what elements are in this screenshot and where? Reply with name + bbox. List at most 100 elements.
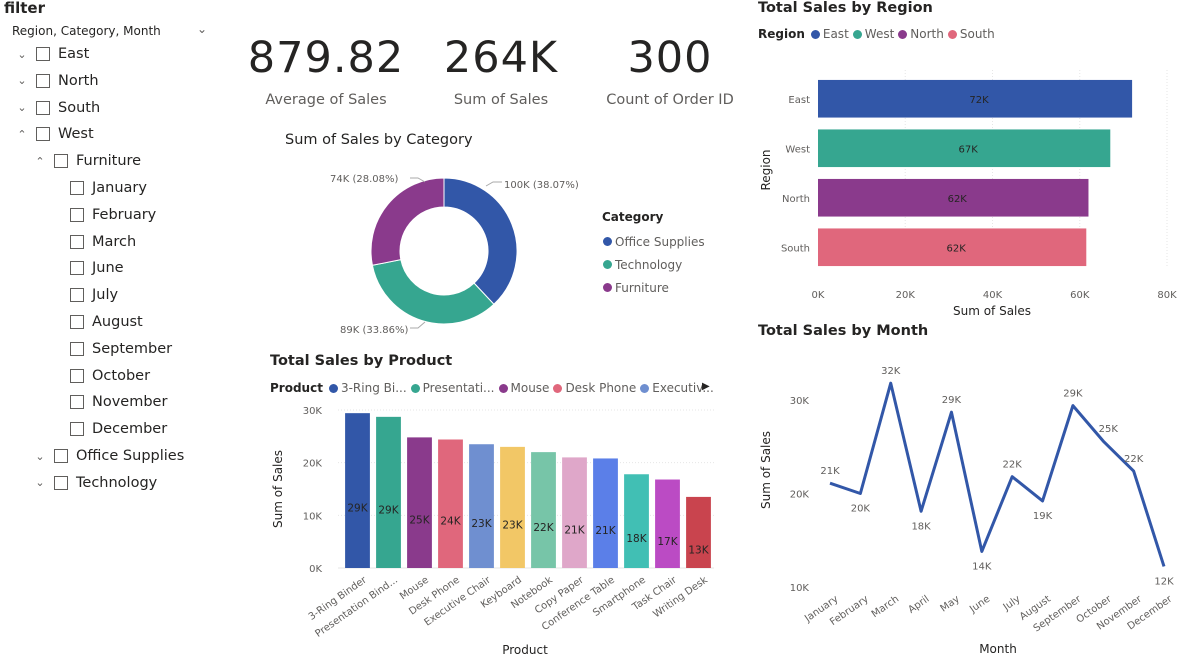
kpi-sum-sales-label: Sum of Sales <box>453 92 549 108</box>
filter-item-label: East <box>58 46 90 62</box>
x-tick-label: July <box>1001 594 1023 614</box>
month-line-chart: 10K20K30K21KJanuary20KFebruary32KMarch18… <box>759 366 1175 656</box>
legend-item-west[interactable]: West <box>852 27 894 41</box>
bar-writing-desk <box>686 496 711 568</box>
filter-item-july[interactable]: July <box>70 285 118 305</box>
x-tick-label: 80K <box>1157 290 1177 301</box>
legend-label: Office Supplies <box>615 234 705 249</box>
chevron-up-icon[interactable]: ⌃ <box>14 128 30 141</box>
filter-item-office-supplies[interactable]: ⌄ Office Supplies <box>32 446 184 466</box>
filter-item-label: South <box>58 99 101 116</box>
checkbox[interactable] <box>36 127 50 142</box>
chevron-down-icon[interactable]: ⌄ <box>32 450 48 463</box>
filter-item-east[interactable]: ⌄ East <box>14 44 89 64</box>
legend-next-arrow-icon[interactable]: ▶ <box>702 381 710 392</box>
legend-item-technology[interactable]: Technology <box>603 253 705 276</box>
chevron-up-icon[interactable]: ⌃ <box>32 155 48 168</box>
filter-item-north[interactable]: ⌄ North <box>14 71 98 91</box>
filter-item-august[interactable]: August <box>70 312 143 332</box>
chevron-down-icon[interactable]: ⌄ <box>14 74 30 87</box>
filter-item-december[interactable]: December <box>70 419 167 439</box>
filter-item-june[interactable]: June <box>70 258 124 278</box>
y-tick-label: 10K <box>790 583 810 594</box>
x-tick-label: 60K <box>1070 290 1090 301</box>
bar-data-label: 67K <box>958 144 978 155</box>
checkbox[interactable] <box>70 207 84 222</box>
line-data-label: 12K <box>1154 576 1174 587</box>
bar-copy-paper <box>562 457 587 568</box>
x-axis-title: Sum of Sales <box>953 304 1031 318</box>
region-bar-chart: 0K 20K 40K 60K 80K 72K East 67K West 62K North 62K S… <box>759 70 1177 318</box>
legend-marker <box>328 383 338 393</box>
filter-item-label: January <box>92 180 147 196</box>
filter-item-south[interactable]: ⌄ South <box>14 98 100 118</box>
donut-slice-office-supplies <box>443 177 518 305</box>
line-data-label: 29K <box>942 395 962 406</box>
filter-item-label: February <box>92 206 157 223</box>
filter-item-february[interactable]: February <box>70 205 156 225</box>
filter-item-technology[interactable]: ⌄ Technology <box>32 473 157 493</box>
product-chart-title: Total Sales by Product <box>270 353 453 369</box>
legend-marker <box>947 29 957 39</box>
filter-item-march[interactable]: March <box>70 232 136 252</box>
legend-item-office-supplies[interactable]: Office Supplies <box>603 230 705 253</box>
checkbox[interactable] <box>70 234 84 249</box>
checkbox[interactable] <box>70 261 84 276</box>
filter-item-january[interactable]: January <box>70 178 147 198</box>
legend-label: North <box>910 27 944 41</box>
bar-data-label: 13K <box>688 544 709 556</box>
checkbox[interactable] <box>70 288 84 303</box>
checkbox[interactable] <box>70 315 84 329</box>
bar-presentation-bind <box>376 416 401 568</box>
line-data-label: 22K <box>1124 454 1144 465</box>
y-tick-label: 30K <box>303 406 323 417</box>
checkbox[interactable] <box>54 154 68 169</box>
legend-item-south[interactable]: South <box>947 27 995 41</box>
legend-title: Product <box>270 381 323 395</box>
filter-item-label: March <box>92 233 137 250</box>
legend-item-east[interactable]: East <box>810 27 849 41</box>
filter-item-october[interactable]: October <box>70 366 150 386</box>
donut-slice-technology <box>371 259 495 325</box>
checkbox[interactable] <box>70 341 84 356</box>
filter-item-november[interactable]: November <box>70 392 167 412</box>
line-data-label: 14K <box>972 561 992 572</box>
product-bar-chart: 0K10K20K30K29K3-Ring Binder29KPresentati… <box>271 406 714 657</box>
kpi-average-sales-label: Average of Sales <box>265 92 387 108</box>
checkbox[interactable] <box>36 73 50 88</box>
legend-marker <box>603 260 612 269</box>
chevron-down-icon[interactable]: ⌄ <box>14 101 30 114</box>
legend-item-mouse[interactable]: Mouse <box>498 381 549 395</box>
line-data-label: 21K <box>820 466 840 477</box>
chevron-down-icon[interactable]: ⌄ <box>197 22 207 36</box>
checkbox[interactable] <box>36 47 50 61</box>
checkbox[interactable] <box>70 422 84 437</box>
legend-marker <box>810 29 820 39</box>
bar-keyboard <box>500 446 525 568</box>
legend-label: South <box>959 27 995 41</box>
checkbox[interactable] <box>70 368 84 383</box>
checkbox[interactable] <box>54 475 68 490</box>
legend-item-3-ring-bi[interactable]: 3-Ring Bi... <box>328 381 407 395</box>
legend-item-desk-phone[interactable]: Desk Phone <box>553 381 636 395</box>
legend-marker <box>898 29 908 39</box>
chevron-down-icon[interactable]: ⌄ <box>32 476 48 489</box>
line-data-label: 18K <box>911 521 931 532</box>
legend-item-north[interactable]: North <box>898 27 944 41</box>
checkbox[interactable] <box>36 100 50 115</box>
x-axis-title: Month <box>979 642 1017 656</box>
filter-item-label: June <box>92 260 124 277</box>
checkbox[interactable] <box>70 395 84 410</box>
donut-data-label: 74K (28.08%) <box>330 174 398 185</box>
legend-item-presentati[interactable]: Presentati... <box>410 381 495 395</box>
y-tick-label: West <box>785 144 810 155</box>
filter-item-september[interactable]: September <box>70 339 172 359</box>
chevron-down-icon[interactable]: ⌄ <box>14 48 30 61</box>
donut-leader-line <box>485 181 502 187</box>
checkbox[interactable] <box>54 449 68 463</box>
checkbox[interactable] <box>70 181 84 195</box>
filter-item-west[interactable]: ⌃ West <box>14 124 93 144</box>
legend-item-furniture[interactable]: Furniture <box>603 276 705 299</box>
filter-item-furniture[interactable]: ⌃ Furniture <box>32 151 141 171</box>
bar-data-label: 24K <box>440 516 461 528</box>
